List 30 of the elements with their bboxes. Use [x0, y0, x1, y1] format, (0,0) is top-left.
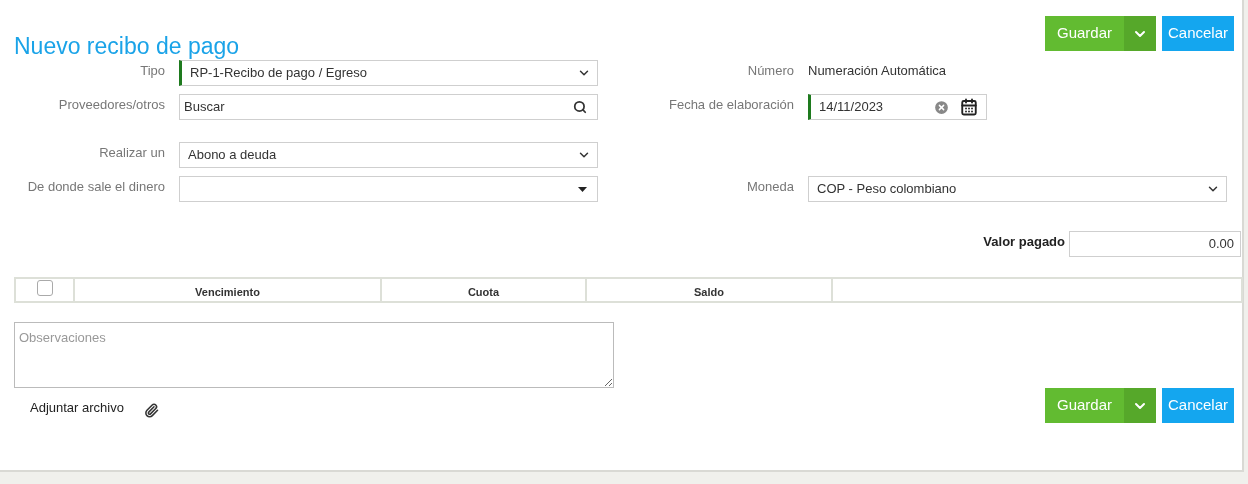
field-label: Proveedores/otros	[58, 96, 165, 114]
column-header: Saldo	[694, 284, 724, 300]
paperclip-icon[interactable]	[143, 403, 159, 418]
field-label: Realizar un	[99, 144, 165, 162]
field-label: Fecha de elaboración	[668, 96, 794, 114]
attach-file-label: Adjuntar archivo	[30, 398, 124, 417]
field-label: Moneda	[747, 178, 794, 196]
select-field[interactable]	[179, 176, 598, 202]
amount-label: Valor pagado	[983, 233, 1065, 252]
caret-down-icon	[578, 186, 587, 192]
save-options-button[interactable]	[1124, 388, 1156, 423]
search-field[interactable]: Buscar	[179, 94, 598, 120]
field-value: Numeración Automática	[808, 62, 946, 80]
notes-field[interactable]: Observaciones	[14, 322, 614, 388]
calendar-icon[interactable]	[960, 98, 978, 116]
select-field[interactable]: RP-1-Recibo de pago / Egreso	[179, 60, 598, 86]
field-label: Tipo	[140, 62, 165, 80]
select-field[interactable]: COP - Peso colombiano	[808, 176, 1227, 202]
amount-field[interactable]: 0.00	[1069, 231, 1241, 257]
search-icon	[573, 100, 587, 114]
clear-icon[interactable]	[933, 98, 950, 116]
column-header: Cuota	[467, 284, 500, 300]
field-label: De donde sale el dinero	[27, 178, 165, 196]
save-options-button[interactable]	[1124, 16, 1156, 51]
select-all-checkbox[interactable]	[36, 280, 53, 296]
field-label: Número	[747, 62, 794, 80]
page-title: Nuevo recibo de pago	[14, 32, 240, 61]
date-field[interactable]: 14/11/2023	[808, 94, 987, 120]
select-field[interactable]: Abono a deuda	[179, 142, 598, 168]
column-header: Vencimiento	[195, 284, 260, 300]
